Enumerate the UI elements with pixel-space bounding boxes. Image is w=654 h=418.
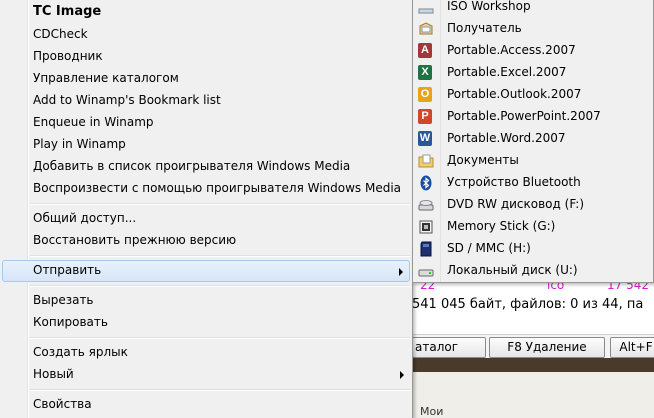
menu-item-wmp-play[interactable]: Воспроизвести с помощью проигрывателя Wi… <box>2 178 410 200</box>
submenu-item-label: ISO Workshop <box>447 0 531 13</box>
menu-item-tc-image[interactable]: TC Image <box>2 2 410 24</box>
file-ext-cell: ico <box>547 282 565 292</box>
powerpoint-icon: P <box>418 109 434 125</box>
menu-item-label: Восстановить прежнюю версию <box>33 233 237 247</box>
menu-item-new[interactable]: Новый <box>2 364 410 386</box>
submenu-item-label: Portable.Outlook.2007 <box>447 87 582 101</box>
submenu-item-label: Portable.Excel.2007 <box>447 65 567 79</box>
submenu-item-sd-card[interactable]: SD / MMC (H:) <box>415 238 651 260</box>
menu-item-create-shortcut[interactable]: Создать ярлык <box>2 342 410 364</box>
menu-item-winamp-bookmark[interactable]: Add to Winamp's Bookmark list <box>2 90 410 112</box>
menu-item-copy[interactable]: Копировать <box>2 312 410 334</box>
memory-stick-icon <box>418 219 434 235</box>
submenu-item-label: Документы <box>447 153 519 167</box>
menu-separator <box>30 255 410 257</box>
submenu-item-mail-recipient[interactable]: Получатель <box>415 18 651 40</box>
file-list-row[interactable]: 22 ico 17 542 <box>412 282 654 295</box>
submenu-item-label: SD / MMC (H:) <box>447 241 531 255</box>
menu-separator <box>30 285 410 287</box>
menu-item-label: Управление каталогом <box>33 71 179 85</box>
background-lower-area: Мои <box>412 372 654 418</box>
excel-icon: X <box>418 65 434 81</box>
f8-delete-button[interactable]: F8 Удаление <box>489 337 605 358</box>
alt-f4-button[interactable]: Alt+F <box>610 337 654 358</box>
submenu-item-label: Получатель <box>447 21 522 35</box>
menu-item-label: Свойства <box>33 397 92 411</box>
background-label: Мои <box>420 405 444 418</box>
local-disk-icon <box>418 263 434 279</box>
sd-card-icon <box>418 241 434 257</box>
submenu-item-label: DVD RW дисковод (F:) <box>447 197 585 211</box>
menu-separator <box>30 203 410 205</box>
menu-item-label: CDCheck <box>33 27 88 41</box>
documents-folder-icon <box>418 153 434 169</box>
submenu-item-local-disk[interactable]: Локальный диск (U:) <box>415 260 651 282</box>
submenu-item-label: Устройство Bluetooth <box>447 175 581 189</box>
menu-item-winamp-enqueue[interactable]: Enqueue in Winamp <box>2 112 410 134</box>
file-size-cell: 17 542 <box>607 282 649 292</box>
status-text: 541 045 байт, файлов: 0 из 44, па <box>412 297 644 312</box>
submenu-item-word[interactable]: W Portable.Word.2007 <box>415 128 651 150</box>
access-icon: A <box>418 43 434 59</box>
menu-item-label: Общий доступ... <box>33 211 137 225</box>
submenu-item-memory-stick[interactable]: Memory Stick (G:) <box>415 216 651 238</box>
outlook-icon: O <box>418 87 434 103</box>
submenu-item-label: Portable.Access.2007 <box>447 43 576 57</box>
menu-item-label: TC Image <box>33 4 102 19</box>
iso-workshop-icon <box>418 0 434 15</box>
context-menu: TC Image CDCheck Проводник Управление ка… <box>0 0 413 418</box>
menu-item-cut[interactable]: Вырезать <box>2 290 410 312</box>
menu-item-wmp-add[interactable]: Добавить в список проигрывателя Windows … <box>2 156 410 178</box>
menu-item-label: Проводник <box>33 49 103 63</box>
menu-item-label: Enqueue in Winamp <box>33 115 154 129</box>
submenu-item-outlook[interactable]: O Portable.Outlook.2007 <box>415 84 651 106</box>
menu-item-label: Play in Winamp <box>33 137 126 151</box>
submenu-item-label: Portable.PowerPoint.2007 <box>447 109 601 123</box>
submenu-item-iso-workshop[interactable]: ISO Workshop <box>415 0 651 18</box>
menu-item-explorer[interactable]: Проводник <box>2 46 410 68</box>
menu-item-manage-catalog[interactable]: Управление каталогом <box>2 68 410 90</box>
dvd-drive-icon <box>418 197 434 213</box>
submenu-arrow-icon <box>400 371 404 379</box>
menu-item-send-to[interactable]: Отправить <box>2 260 410 282</box>
menu-item-properties[interactable]: Свойства <box>2 394 410 416</box>
submenu-arrow-icon <box>399 268 403 276</box>
submenu-item-documents[interactable]: Документы <box>415 150 651 172</box>
file-name-cell: 22 <box>420 282 436 292</box>
submenu-item-excel[interactable]: X Portable.Excel.2007 <box>415 62 651 84</box>
submenu-item-powerpoint[interactable]: P Portable.PowerPoint.2007 <box>415 106 651 128</box>
menu-item-label: Добавить в список проигрывателя Windows … <box>33 159 351 173</box>
menu-item-label: Новый <box>33 367 74 381</box>
menu-item-label: Отправить <box>33 263 102 277</box>
menu-separator <box>30 337 410 339</box>
menu-item-winamp-play[interactable]: Play in Winamp <box>2 134 410 156</box>
submenu-item-access[interactable]: A Portable.Access.2007 <box>415 40 651 62</box>
menu-item-label: Создать ярлык <box>33 345 128 359</box>
menu-item-label: Вырезать <box>33 293 94 307</box>
mail-recipient-icon <box>418 21 434 37</box>
menu-item-sharing[interactable]: Общий доступ... <box>2 208 410 230</box>
submenu-item-label: Локальный диск (U:) <box>447 263 578 277</box>
menu-item-restore-version[interactable]: Восстановить прежнюю версию <box>2 230 410 252</box>
f7-folder-button[interactable]: аталог <box>412 337 486 358</box>
menu-item-cdcheck[interactable]: CDCheck <box>2 24 410 46</box>
submenu-item-label: Memory Stick (G:) <box>447 219 556 233</box>
menu-item-label: Копировать <box>33 315 108 329</box>
menu-item-label: Add to Winamp's Bookmark list <box>33 93 221 107</box>
menu-item-label: Воспроизвести с помощью проигрывателя Wi… <box>33 181 402 195</box>
submenu-item-bluetooth[interactable]: Устройство Bluetooth <box>415 172 651 194</box>
background-strip <box>412 358 654 372</box>
submenu-item-dvd-drive[interactable]: DVD RW дисковод (F:) <box>415 194 651 216</box>
menu-separator <box>30 389 410 391</box>
word-icon: W <box>418 131 432 146</box>
bluetooth-icon <box>418 175 434 191</box>
submenu-item-label: Portable.Word.2007 <box>447 131 566 145</box>
send-to-submenu: ISO Workshop Получатель A Portable.Acces… <box>412 0 654 283</box>
